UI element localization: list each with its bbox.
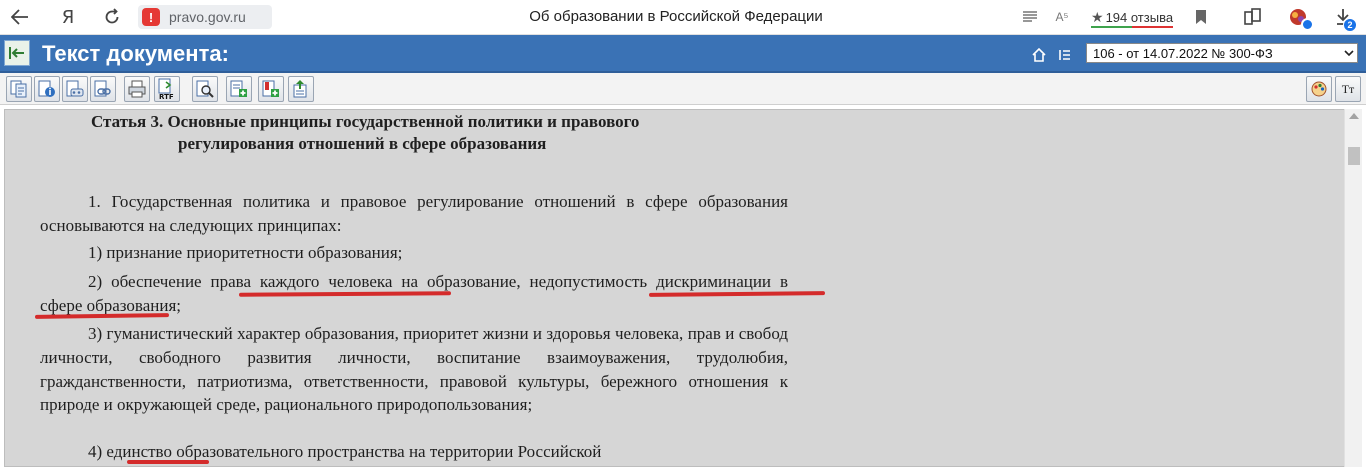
scroll-up-icon[interactable] (1349, 113, 1359, 119)
link-icon (94, 80, 111, 97)
annotation-underline-unity (127, 460, 209, 464)
edition-select[interactable]: 106 - от 14.07.2022 № 300-ФЗ (1086, 43, 1358, 63)
document-header: Текст документа: 106 - от 14.07.2022 № 3… (0, 35, 1366, 73)
chevron-down-icon (1339, 44, 1357, 62)
paragraph-2: 1) признание приоритетности образования; (88, 243, 403, 262)
tree-icon (293, 80, 307, 98)
yandex-icon[interactable]: Я (56, 6, 80, 28)
theme-button[interactable] (1306, 76, 1332, 102)
home-icon[interactable] (1032, 47, 1046, 62)
export-rtf-button[interactable]: RTF (154, 76, 180, 102)
document-tree-button[interactable] (288, 76, 314, 102)
article-title-line2: регулирования отношений в сфере образова… (178, 134, 547, 153)
copy-document-icon (10, 80, 27, 98)
extension-icon[interactable] (1286, 6, 1314, 31)
reviews-badge[interactable]: ★ 194 отзыва (1091, 7, 1173, 27)
tab-title: Об образовании в Российской Федерации (529, 8, 823, 25)
add-green-icon (230, 80, 247, 97)
annotation-underline-discrimination (34, 313, 170, 319)
document-viewer[interactable]: Статья 3. Основные принципы государствен… (4, 109, 1346, 467)
edition-select-value: 106 - от 14.07.2022 № 300-ФЗ (1093, 45, 1273, 61)
browser-toolbar: Я ! pravo.gov.ru Об образовании в Россий… (0, 0, 1366, 35)
document-link-button[interactable] (90, 76, 116, 102)
article-title-line1: Статья 3. Основные принципы государствен… (91, 112, 640, 131)
bookmark-icon[interactable] (1192, 6, 1210, 28)
add-green-button[interactable] (226, 76, 252, 102)
vertical-scrollbar[interactable] (1344, 109, 1362, 467)
collapse-panel-icon[interactable] (4, 40, 30, 66)
add-red-button[interactable] (258, 76, 284, 102)
font-size-icon: Tт (1341, 81, 1355, 96)
copy-document-button[interactable] (6, 76, 32, 102)
document-toolbar: RTF Tт (0, 73, 1366, 105)
font-size-button[interactable]: Tт (1335, 76, 1361, 102)
paragraph-4: 3) гуманистический характер образования,… (40, 324, 788, 415)
downloads-count-badge: 2 (1343, 18, 1357, 32)
reader-mode-icon[interactable] (1021, 6, 1039, 28)
warning-icon[interactable]: ! (142, 8, 160, 26)
address-bar[interactable]: ! pravo.gov.ru (138, 5, 272, 29)
palette-icon (1311, 81, 1327, 97)
svg-text:RTF: RTF (159, 93, 174, 100)
reload-icon[interactable] (100, 6, 124, 28)
find-button[interactable] (192, 76, 218, 102)
scroll-thumb[interactable] (1348, 147, 1360, 165)
print-versions-button[interactable] (62, 76, 88, 102)
paragraph-1: 1. Государственная политика и правовое р… (40, 192, 788, 235)
page-title: Текст документа: (42, 41, 229, 66)
back-arrow-icon[interactable] (8, 6, 32, 28)
reviews-rating-bar (1091, 26, 1173, 28)
rtf-export-icon: RTF (158, 78, 174, 100)
document-copy-icon (66, 80, 84, 97)
reviews-count: 194 отзыва (1105, 9, 1174, 25)
extension-badge (1301, 18, 1314, 31)
list-icon[interactable] (1058, 48, 1072, 62)
print-button[interactable] (124, 76, 150, 102)
translate-icon[interactable]: A⁵ (1052, 6, 1072, 28)
add-red-icon (262, 80, 279, 97)
collections-icon[interactable] (1242, 6, 1264, 28)
star-icon: ★ (1091, 8, 1104, 25)
url-text[interactable]: pravo.gov.ru (169, 9, 246, 25)
document-info-button[interactable] (34, 76, 60, 102)
printer-icon (128, 80, 146, 98)
download-icon[interactable]: 2 (1332, 6, 1357, 32)
search-icon (196, 80, 214, 98)
info-icon (38, 80, 55, 97)
